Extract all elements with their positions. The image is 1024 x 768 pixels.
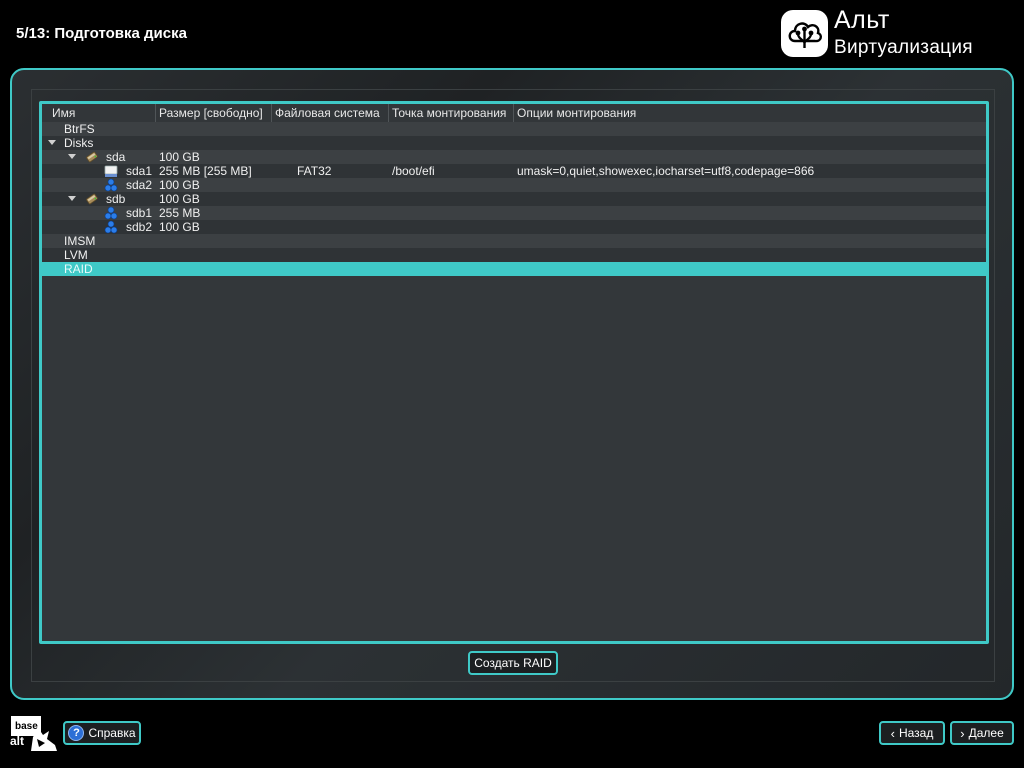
hard-disk-icon [86,193,98,205]
tree-row-sda2[interactable]: sda2 100 GB [42,178,986,192]
main-panel: Имя Размер [свободно] Файловая система Т… [10,68,1014,700]
hard-disk-icon [86,151,98,163]
partition-tree[interactable]: Имя Размер [свободно] Файловая система Т… [39,101,989,644]
tree-row-sdb1[interactable]: sdb1 255 MB [42,206,986,220]
column-header-filesystem[interactable]: Файловая система [272,104,389,122]
row-size: 100 GB [159,150,200,164]
column-header-name[interactable]: Имя [42,104,156,122]
row-name: Disks [64,136,94,150]
create-raid-button[interactable]: Создать RAID [468,651,558,675]
cluster-partition-icon [104,220,118,234]
row-size: 100 GB [159,220,200,234]
column-header-size[interactable]: Размер [свободно] [156,104,272,122]
alt-logo-text: alt [10,734,24,748]
column-header-mountpoint[interactable]: Точка монтирования [389,104,514,122]
row-size: 255 MB [255 MB] [159,164,252,178]
tree-header: Имя Размер [свободно] Файловая система Т… [42,104,986,122]
tree-row-lvm[interactable]: LVM [42,248,986,262]
row-name: IMSM [64,234,96,248]
expand-arrow-icon[interactable] [48,140,56,145]
tree-row-sda[interactable]: sda 100 GB [42,150,986,164]
back-button[interactable]: ‹ Назад [879,721,945,745]
row-name: LVM [64,248,88,262]
brand-name: Альт [834,6,890,34]
page-title: 5/13: Подготовка диска [16,25,187,42]
help-button[interactable]: ? Справка [63,721,141,745]
tree-row-imsm[interactable]: IMSM [42,234,986,248]
tree-row-btrfs[interactable]: BtrFS [42,122,986,136]
cloud-tree-icon [781,10,828,57]
next-label: Далее [968,726,1004,740]
row-name: sda2 [126,178,153,192]
row-name: sdb [106,192,126,206]
next-button[interactable]: › Далее [950,721,1014,745]
brand-product: Виртуализация [834,37,973,58]
removable-drive-icon [104,165,118,177]
cluster-partition-icon [104,178,118,192]
row-name: RAID [64,262,93,276]
row-name: sda [106,150,126,164]
row-filesystem: FAT32 [297,164,332,178]
row-name: sda1 [126,164,153,178]
back-label: Назад [898,726,934,740]
row-options: umask=0,quiet,showexec,iocharset=utf8,co… [517,164,815,178]
chevron-left-icon: ‹ [890,725,895,741]
row-name: sdb2 [126,220,153,234]
tree-row-sdb2[interactable]: sdb2 100 GB [42,220,986,234]
basealt-logo: base alt [9,715,59,753]
row-size: 255 MB [159,206,201,220]
expand-arrow-icon[interactable] [68,196,76,201]
tree-row-sda1[interactable]: sda1 255 MB [255 MB] FAT32 /boot/efi uma… [42,164,986,178]
tree-row-raid[interactable]: RAID [42,262,986,276]
row-mountpoint: /boot/efi [392,164,435,178]
tree-row-disks[interactable]: Disks [42,136,986,150]
row-size: 100 GB [159,192,200,206]
row-size: 100 GB [159,178,200,192]
brand-logo: Альт Виртуализация [781,6,1011,60]
help-label: Справка [88,726,136,740]
base-logo-text: base [15,721,38,732]
content-area: Имя Размер [свободно] Файловая система Т… [31,89,995,682]
expand-arrow-icon[interactable] [68,154,76,159]
help-question-icon: ? [68,725,85,741]
row-name: sdb1 [126,206,153,220]
cluster-partition-icon [104,206,118,220]
chevron-right-icon: › [960,725,965,741]
row-name: BtrFS [64,122,95,136]
tree-row-sdb[interactable]: sdb 100 GB [42,192,986,206]
column-header-options[interactable]: Опции монтирования [514,104,986,122]
